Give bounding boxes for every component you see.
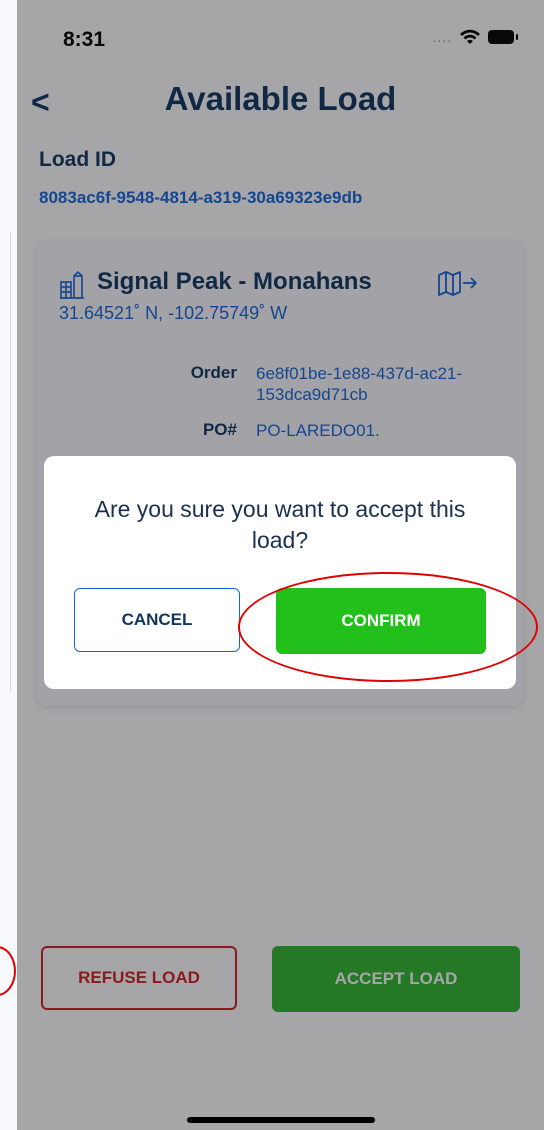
- cancel-button[interactable]: CANCEL: [74, 588, 240, 652]
- annotation-circle-confirm: [238, 572, 538, 682]
- home-indicator: [187, 1117, 375, 1123]
- phone-screen: 8:31 .... < Available Load Load ID 8083a…: [17, 0, 544, 1130]
- side-divider: [0, 232, 11, 692]
- dialog-message: Are you sure you want to accept this loa…: [94, 496, 466, 553]
